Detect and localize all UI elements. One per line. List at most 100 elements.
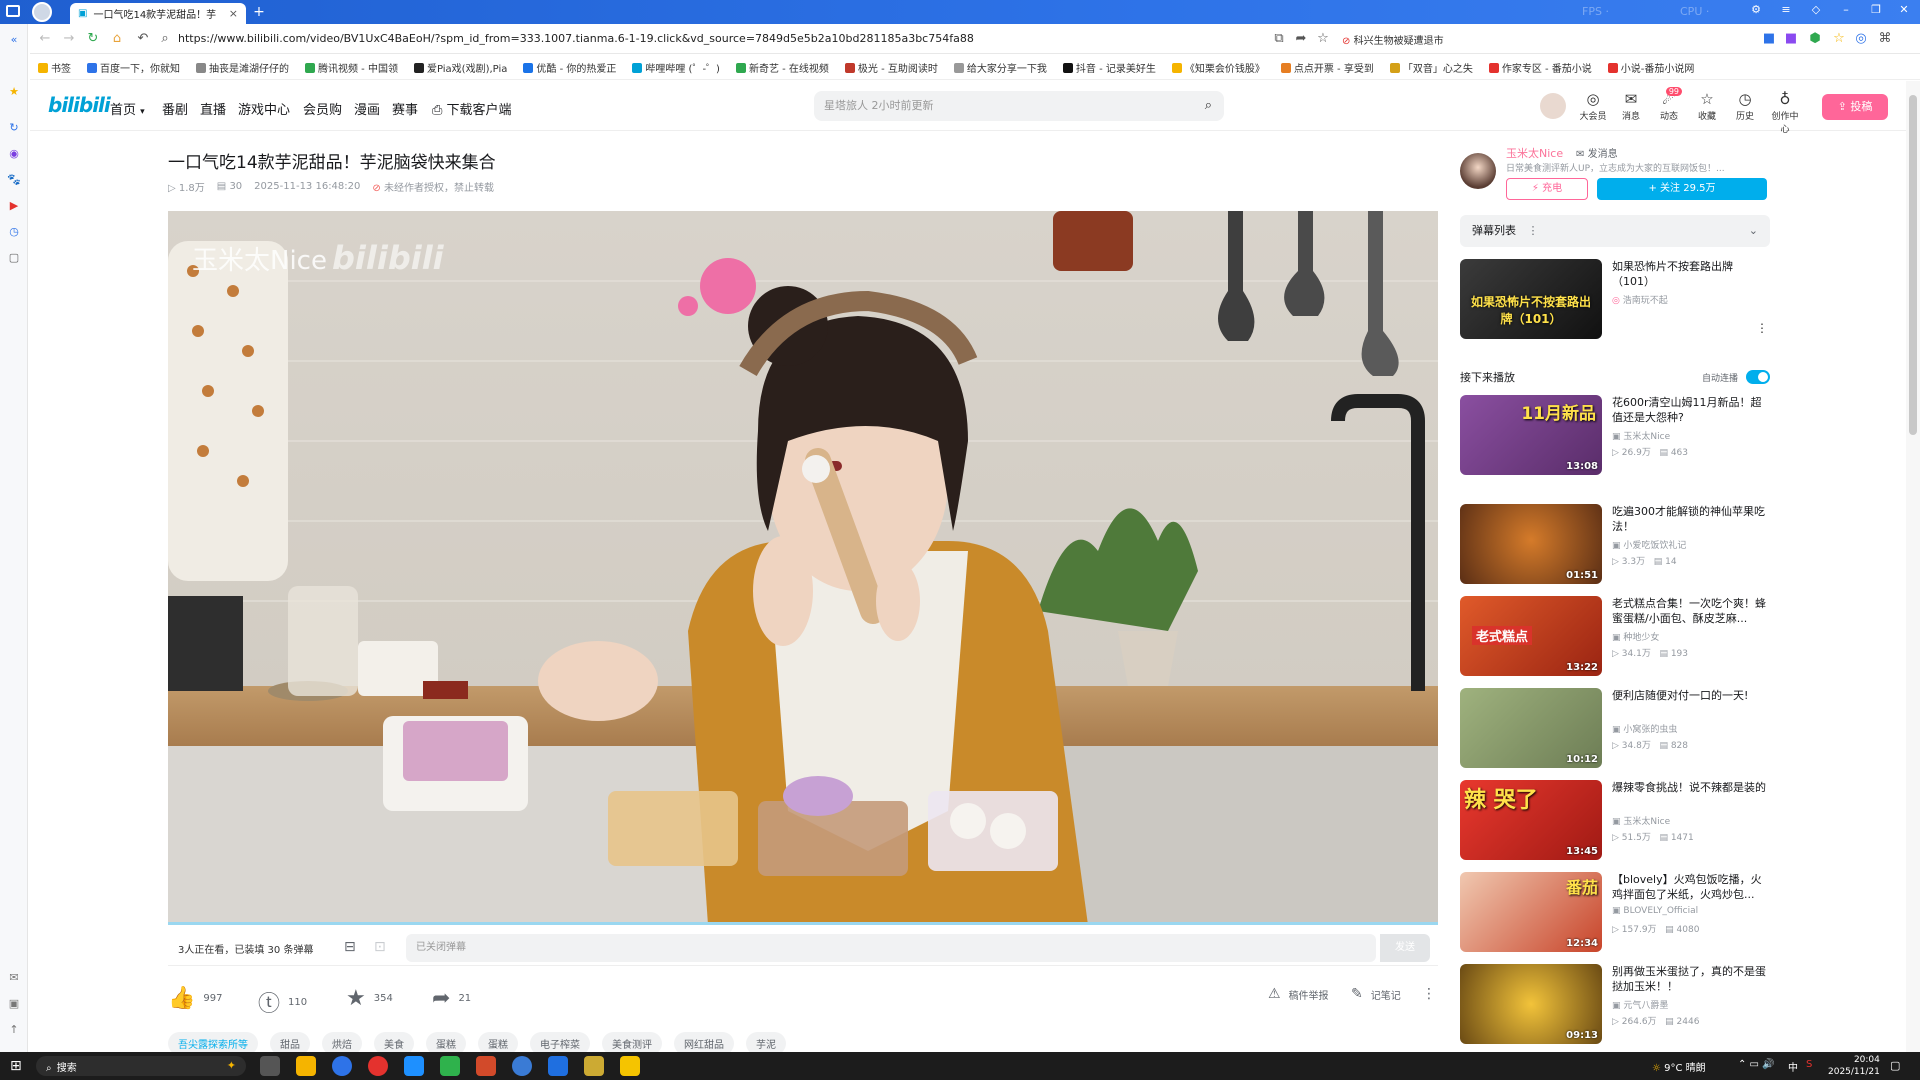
extension-icon-2[interactable]: ■ xyxy=(1782,30,1800,48)
star-icon[interactable]: ★ xyxy=(6,84,22,100)
bookmark-item[interactable]: 百度一下，你就知 xyxy=(87,60,180,75)
settings-icon[interactable]: ⚙ xyxy=(1746,3,1766,16)
nav-mall[interactable]: 会员购 xyxy=(303,99,342,118)
video-title[interactable]: 老式糕点合集！一次吃个爽！蜂蜜蛋糕/小面包、酥皮芝麻... xyxy=(1612,596,1770,626)
reload-icon[interactable]: ↻ xyxy=(84,30,102,48)
app-tray-icon[interactable]: S xyxy=(1806,1059,1812,1070)
bookmark-item[interactable]: 点点开票 - 享受到 xyxy=(1280,60,1374,75)
video-title[interactable]: 花600r清空山姆11月新品！超值还是大怨种? xyxy=(1612,395,1770,425)
like-button[interactable]: 👍 997 xyxy=(168,986,223,1011)
progress-bar[interactable] xyxy=(168,922,1438,925)
video-thumbnail[interactable]: 番茄 12:34 xyxy=(1460,872,1602,952)
undo-icon[interactable]: ↶ xyxy=(134,30,152,48)
uploader-avatar[interactable] xyxy=(1460,153,1496,189)
account-icon[interactable]: ◎ xyxy=(1852,30,1870,48)
upload-icon[interactable]: ↑ xyxy=(6,1022,22,1038)
coin-button[interactable]: ⓣ 110 xyxy=(258,986,307,1018)
video-player[interactable]: 玉米太Nice bilibili xyxy=(168,211,1438,925)
header-messages[interactable]: ✉ 消息 xyxy=(1614,90,1648,122)
bookmark-item[interactable]: 书签 xyxy=(38,60,71,75)
tab-active[interactable]: ▣ 一口气吃14款芋泥甜品！芋 × xyxy=(70,3,246,24)
extension-icon-3[interactable]: ⬢ xyxy=(1806,30,1824,48)
danmaku-settings-icon[interactable]: ⊡ xyxy=(374,939,386,955)
video-app-icon[interactable]: ▶ xyxy=(6,198,22,214)
extension-icon-1[interactable]: ■ xyxy=(1760,30,1778,48)
site-search-input[interactable]: 星塔旅人 2小时前更新 ⌕ xyxy=(814,91,1224,121)
more-tools-icon[interactable]: ⌘ xyxy=(1876,30,1894,48)
box-icon[interactable]: ▢ xyxy=(6,250,22,266)
bookmark-item[interactable]: 新奇艺 - 在线视频 xyxy=(735,60,829,75)
nav-live[interactable]: 直播 xyxy=(200,99,226,118)
forward-icon[interactable]: → xyxy=(60,30,78,48)
app-icon[interactable] xyxy=(584,1056,604,1076)
danmaku-send-button[interactable]: 发送 xyxy=(1380,934,1430,962)
danmaku-list-panel[interactable]: 弹幕列表 ⋮ ⌄ xyxy=(1460,215,1770,247)
nav-manga[interactable]: 漫画 xyxy=(354,99,380,118)
bilibili-logo[interactable]: bilibili xyxy=(48,93,111,117)
video-title[interactable]: 吃遍300才能解锁的神仙苹果吃法！ xyxy=(1612,504,1770,534)
recommendation-card[interactable]: 10:12 便利店随便对付一口的一天! ▣ 小窝张的虫虫 ▷ 34.8万 ▤ 8… xyxy=(1460,688,1770,770)
bookmark-item[interactable]: 「双音」心之失 xyxy=(1389,60,1473,75)
user-avatar[interactable] xyxy=(1540,93,1566,119)
weather-widget[interactable]: ☼ 9°C 晴朗 xyxy=(1652,1059,1706,1074)
chat-icon[interactable]: ◉ xyxy=(6,146,22,162)
nav-download-client[interactable]: ⎙ 下载客户端 xyxy=(432,99,512,118)
bookmark-item[interactable]: 极光 - 互助阅读时 xyxy=(844,60,938,75)
refresh-icon[interactable]: ↻ xyxy=(6,120,22,136)
notes-button[interactable]: ✎ 记笔记 xyxy=(1351,986,1401,1002)
close-tab-icon[interactable]: × xyxy=(229,7,238,20)
close-window-icon[interactable]: ✕ xyxy=(1894,3,1914,16)
header-favorites[interactable]: ☆ 收藏 xyxy=(1690,90,1724,122)
danmaku-toggle-icon[interactable]: ⊟ xyxy=(344,939,356,955)
bookmark-item[interactable]: 《知栗会价钱股》 xyxy=(1171,60,1265,75)
tray-icons[interactable]: ⌃ ▭ 🔊 xyxy=(1738,1059,1775,1070)
ime-indicator[interactable]: 中 xyxy=(1788,1059,1798,1074)
autoplay-toggle[interactable] xyxy=(1746,370,1770,384)
chevron-down-icon[interactable]: ⌄ xyxy=(1749,215,1758,247)
video-thumbnail[interactable]: 11月新品 13:08 xyxy=(1460,395,1602,475)
browser-app-icon[interactable] xyxy=(332,1056,352,1076)
bookmark-item[interactable]: 优酷 - 你的热爱正 xyxy=(523,60,616,75)
header-vip[interactable]: ◎ 大会员 xyxy=(1576,90,1610,122)
upload-button[interactable]: ⇪ 投稿 xyxy=(1822,94,1888,120)
nav-home[interactable]: 首页 ▾ xyxy=(110,99,145,118)
netease-music-icon[interactable] xyxy=(368,1056,388,1076)
app-icon[interactable] xyxy=(404,1056,424,1076)
bag-icon[interactable]: ▣ xyxy=(6,996,22,1012)
bookmark-item[interactable]: 哔哩哔哩 (゜-゜) xyxy=(632,60,720,75)
video-title[interactable]: 别再做玉米蛋挞了，真的不是蛋挞加玉米！！ xyxy=(1612,964,1770,994)
clock[interactable]: 20:04 2025/11/21 xyxy=(1828,1054,1880,1078)
follow-button[interactable]: + 关注 29.5万 xyxy=(1597,178,1767,200)
danmaku-input[interactable]: 已关闭弹幕 xyxy=(406,934,1376,962)
baidu-icon[interactable]: 🐾 xyxy=(6,172,22,188)
search-icon[interactable]: ⌕ xyxy=(1205,91,1212,121)
taskbar-search[interactable]: ⌕ 搜索 ✦ xyxy=(36,1056,246,1076)
video-thumbnail[interactable]: 老式糕点 13:22 xyxy=(1460,596,1602,676)
recommendation-card[interactable]: 老式糕点 13:22 老式糕点合集！一次吃个爽！蜂蜜蛋糕/小面包、酥皮芝麻...… xyxy=(1460,596,1770,678)
ad-title[interactable]: 如果恐怖片不按套路出牌（101） xyxy=(1612,259,1770,289)
restore-icon[interactable]: ❐ xyxy=(1866,3,1886,16)
ad-thumbnail[interactable]: 如果恐怖片不按套路出牌（101） xyxy=(1460,259,1602,339)
video-title[interactable]: 【blovely】火鸡包饭吃播，火鸡拌面包了米纸，火鸡炒包... xyxy=(1612,872,1770,902)
bookmark-item[interactable]: 爱Pia戏(戏剧),Pia xyxy=(413,60,507,75)
bookmark-star-icon[interactable]: ☆ xyxy=(1314,30,1332,48)
bookmark-item[interactable]: 给大家分享一下我 xyxy=(953,60,1047,75)
nav-esports[interactable]: 赛事 xyxy=(392,99,418,118)
nav-game-center[interactable]: 游戏中心 xyxy=(238,99,290,118)
report-button[interactable]: ⚠ 稿件举报 xyxy=(1268,986,1329,1002)
browser-app-icon[interactable] xyxy=(512,1056,532,1076)
nav-bangumi[interactable]: 番剧 xyxy=(162,99,188,118)
header-history[interactable]: ◷ 历史 xyxy=(1728,90,1762,122)
header-dynamics[interactable]: ☄ 动态 99 xyxy=(1652,87,1686,122)
send-message-link[interactable]: ✉ 发消息 xyxy=(1576,145,1618,160)
video-thumbnail[interactable]: 10:12 xyxy=(1460,688,1602,768)
url-field[interactable]: https://www.bilibili.com/video/BV1UxC4Ba… xyxy=(178,28,1178,50)
more-icon[interactable]: ⋮ xyxy=(1756,321,1768,335)
shirt-icon[interactable]: ◇ xyxy=(1806,3,1826,16)
recommendation-card[interactable]: 11月新品 13:08 花600r清空山姆11月新品！超值还是大怨种? ▣ 玉米… xyxy=(1460,395,1770,477)
share-button[interactable]: ➦ 21 xyxy=(432,986,471,1011)
menu-icon[interactable]: ≡ xyxy=(1776,3,1796,16)
recommendation-card[interactable]: 辣 哭了 13:45 爆辣零食挑战！说不辣都是装的 ▣ 玉米太Nice ▷ 51… xyxy=(1460,780,1770,862)
notification-icon[interactable]: ▢ xyxy=(1890,1059,1900,1072)
more-options-icon[interactable]: ⋮ xyxy=(1422,986,1436,1002)
